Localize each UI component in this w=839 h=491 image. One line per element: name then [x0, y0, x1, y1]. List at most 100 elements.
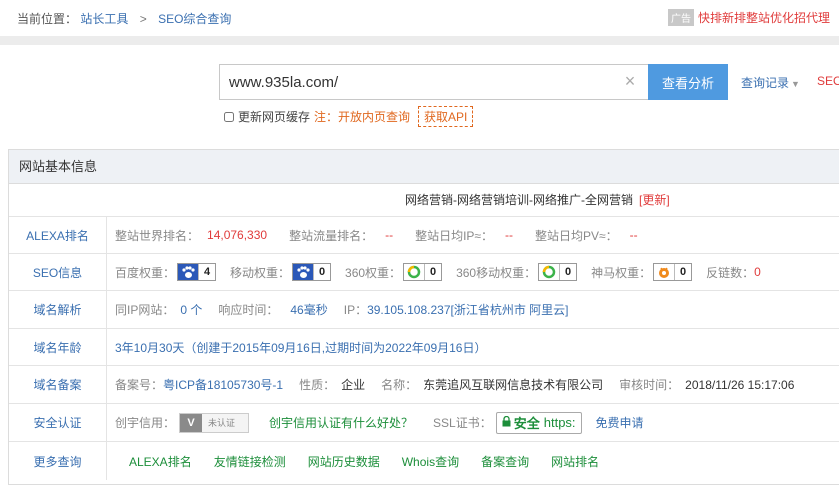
icp-row: 域名备案 备案号： 粤ICP备18105730号-1 性质： 企业 名称： 东莞…: [9, 366, 839, 404]
360-mobile-weight-badge[interactable]: 0: [538, 263, 578, 281]
ssl-key: SSL证书：: [433, 416, 492, 430]
baidu-paw-icon: [293, 264, 314, 280]
get-api-button[interactable]: 获取API: [418, 106, 474, 127]
ad-banner[interactable]: 广告 快排新排整站优化招代理: [668, 9, 830, 26]
icp-number-key: 备案号：: [115, 378, 164, 392]
cache-checkbox[interactable]: [224, 112, 234, 122]
360-mobile-weight-value: 0: [559, 264, 576, 280]
security-label[interactable]: 安全认证: [9, 404, 107, 441]
seo-row: SEO信息 百度权重： 4 移动权重： 0 360权重： 0 360移动权重： …: [9, 254, 839, 291]
flow-rank-value: --: [385, 228, 394, 242]
top-bar: 当前位置： 站长工具 > SEO综合查询 广告 快排新排整站优化招代理: [0, 0, 839, 36]
domain-age-row: 域名年龄 3年10月30天（创建于2015年09月16日,过期时间为2022年0…: [9, 329, 839, 366]
shenma-weight-key: 神马权重：: [591, 265, 652, 280]
world-rank-key: 整站世界排名：: [115, 228, 200, 243]
more-link-alexa[interactable]: ALEXA排名: [129, 453, 192, 470]
flow-rank-key: 整站流量排名：: [289, 228, 374, 243]
ad-tag: 广告: [668, 9, 694, 26]
360-weight-badge[interactable]: 0: [403, 263, 443, 281]
breadcrumb-item-seo[interactable]: SEO综合查询: [158, 12, 231, 26]
ssl-https-text: https:: [543, 415, 576, 430]
shenma-weight-badge[interactable]: 0: [653, 263, 693, 281]
ssl-badge[interactable]: 安全 https:: [495, 411, 582, 434]
shenma-weight-value: 0: [674, 264, 691, 280]
lock-icon: [502, 415, 511, 430]
icp-number-value[interactable]: 粤ICP备18105730号-1: [163, 376, 283, 393]
domain-age-label[interactable]: 域名年龄: [9, 329, 107, 365]
alexa-row: ALEXA排名 整站世界排名： 14,076,330 整站流量排名： -- 整站…: [9, 217, 839, 254]
ssl-secure-text: 安全: [513, 416, 540, 431]
360-ring-icon: [539, 264, 560, 280]
alexa-label[interactable]: ALEXA排名: [9, 217, 107, 253]
more-link-icp[interactable]: 备案查询: [481, 453, 529, 470]
more-link-whois[interactable]: Whois查询: [402, 453, 459, 470]
breadcrumb: 当前位置： 站长工具 > SEO综合查询: [17, 10, 231, 27]
daily-pv-value: --: [629, 228, 638, 242]
domain-age-value[interactable]: 3年10月30天（创建于2015年09月16日,过期时间为2022年09月16日…: [115, 339, 487, 356]
icp-name-key: 名称：: [381, 378, 418, 392]
search-area: × 查看分析 查询记录▼ SEO 更新网页缓存注：开放内页查询获取API: [0, 45, 839, 140]
update-link[interactable]: [更新]: [639, 193, 670, 207]
site-title-row: 网络营销-网络营销培训-网络推广-全网营销 [更新]: [9, 184, 839, 217]
search-input[interactable]: [219, 64, 648, 100]
history-dropdown[interactable]: 查询记录 ▼: [741, 74, 800, 91]
shenma-horse-icon: [654, 264, 675, 280]
icp-label[interactable]: 域名备案: [9, 366, 107, 403]
response-time-value: 46毫秒: [290, 303, 328, 317]
credit-v-icon: V: [180, 413, 203, 432]
security-row: 安全认证 创宇信用： V 未认证 创宇信用认证有什么好处？ SSL证书： 安全 ht…: [9, 404, 839, 442]
seo-label[interactable]: SEO信息: [9, 254, 107, 290]
baidu-weight-badge[interactable]: 4: [177, 263, 217, 281]
more-link-site-rank[interactable]: 网站排名: [551, 453, 599, 470]
history-label: 查询记录: [741, 76, 790, 90]
search-options: 更新网页缓存 注：开放内页查询 获取API: [224, 106, 474, 127]
alexa-content: 整站世界排名： 14,076,330 整站流量排名： -- 整站日均IP≈： -…: [115, 217, 638, 253]
world-rank-value[interactable]: 14,076,330: [207, 228, 267, 242]
breadcrumb-separator: >: [139, 12, 147, 26]
more-link-history[interactable]: 网站历史数据: [308, 453, 380, 470]
credit-status: 未认证: [208, 418, 236, 428]
icp-type-key: 性质：: [299, 378, 336, 392]
icp-time-value: 2018/11/26 15:17:06: [685, 377, 795, 392]
domain-age-content: 3年10月30天（创建于2015年09月16日,过期时间为2022年09月16日…: [115, 329, 487, 365]
cache-label: 更新网页缓存: [238, 110, 311, 124]
clear-icon[interactable]: ×: [622, 72, 638, 90]
baidu-paw-icon: [178, 264, 199, 280]
more-query-label: 更多查询: [9, 442, 107, 480]
daily-ip-value: --: [505, 228, 514, 242]
dns-content: 同IP网站： 0 个 响应时间： 46毫秒 IP： 39.105.108.237…: [115, 291, 569, 328]
more-query-row: 更多查询 ALEXA排名 友情链接检测 网站历史数据 Whois查询 备案查询 …: [9, 442, 839, 480]
panel-header: 网站基本信息: [9, 150, 839, 184]
credit-question-link[interactable]: 创宇信用认证有什么好处？: [269, 414, 413, 431]
credit-badge[interactable]: V 未认证: [179, 412, 250, 433]
credit-key: 创宇信用：: [115, 416, 176, 430]
mobile-weight-badge[interactable]: 0: [292, 263, 332, 281]
icp-content: 备案号： 粤ICP备18105730号-1 性质： 企业 名称： 东莞追风互联网…: [115, 366, 794, 403]
more-link-friend-links[interactable]: 友情链接检测: [214, 453, 286, 470]
site-info-panel: 网站基本信息 网络营销-网络营销培训-网络推广-全网营销 [更新] ALEXA排名…: [8, 149, 839, 485]
seo-link[interactable]: SEO: [817, 74, 839, 88]
divider-strip: [0, 36, 839, 45]
same-ip-value[interactable]: 0 个: [180, 301, 202, 318]
icp-name-value: 东莞追风互联网信息技术有限公司: [423, 378, 604, 392]
backlink-value[interactable]: 0: [754, 265, 761, 279]
same-ip-key: 同IP网站：: [115, 303, 175, 317]
site-title: 网络营销-网络营销培训-网络推广-全网营销: [405, 193, 633, 207]
chevron-down-icon: ▼: [791, 79, 800, 89]
ip-value[interactable]: 39.105.108.237[浙江省杭州市 阿里云]: [367, 301, 568, 318]
360-weight-value: 0: [424, 264, 441, 280]
dns-label[interactable]: 域名解析: [9, 291, 107, 328]
icp-time-key: 审核时间：: [619, 378, 680, 392]
mobile-weight-key: 移动权重：: [230, 265, 291, 280]
breadcrumb-item-tools[interactable]: 站长工具: [80, 12, 128, 26]
security-content: 创宇信用： V 未认证 创宇信用认证有什么好处？ SSL证书： 安全 https: …: [115, 404, 644, 441]
free-apply-link[interactable]: 免费申请: [596, 414, 644, 431]
360-weight-key: 360权重：: [345, 265, 402, 280]
360-mobile-weight-key: 360移动权重：: [456, 265, 537, 280]
ad-text[interactable]: 快排新排整站优化招代理: [698, 11, 830, 25]
analyze-button[interactable]: 查看分析: [648, 64, 728, 100]
baidu-weight-value: 4: [198, 264, 215, 280]
inner-page-note[interactable]: 注：开放内页查询: [314, 110, 410, 124]
360-ring-icon: [404, 264, 425, 280]
daily-ip-key: 整站日均IP≈：: [415, 228, 494, 243]
